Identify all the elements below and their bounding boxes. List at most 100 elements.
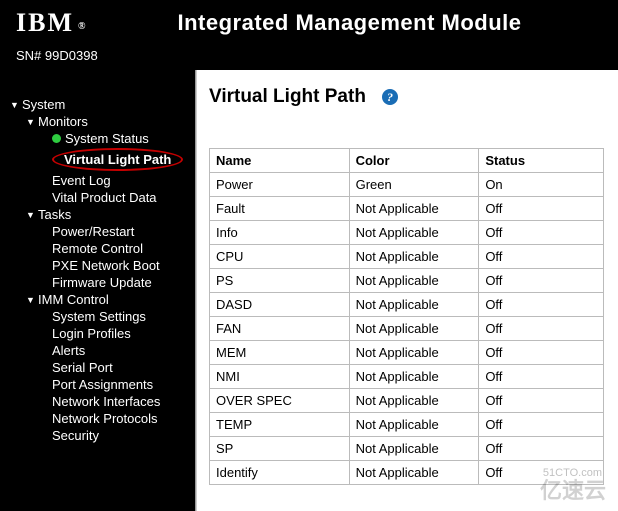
cell-name: Fault: [210, 197, 350, 221]
nav-item-label: Vital Product Data: [52, 190, 157, 205]
table-row: FaultNot ApplicableOff: [210, 197, 604, 221]
cell-color: Not Applicable: [349, 437, 479, 461]
nav-item-firmware-update[interactable]: Firmware Update: [8, 274, 195, 291]
nav-item-label: System: [22, 97, 65, 112]
nav-item-monitors[interactable]: ▼Monitors: [8, 113, 195, 130]
cell-color: Not Applicable: [349, 413, 479, 437]
nav-item-serial-port[interactable]: Serial Port: [8, 359, 195, 376]
nav-item-port-assignments[interactable]: Port Assignments: [8, 376, 195, 393]
cell-status: Off: [479, 365, 604, 389]
nav-tree: ▼System▼MonitorsSystem StatusVirtual Lig…: [0, 70, 195, 452]
nav-item-imm-control[interactable]: ▼IMM Control: [8, 291, 195, 308]
cell-color: Not Applicable: [349, 317, 479, 341]
header-bar: IBM ® Integrated Management Module: [0, 0, 618, 46]
nav-item-tasks[interactable]: ▼Tasks: [8, 206, 195, 223]
nav-item-label: System Status: [65, 131, 149, 146]
table-row: NMINot ApplicableOff: [210, 365, 604, 389]
cell-name: NMI: [210, 365, 350, 389]
cell-status: Off: [479, 245, 604, 269]
nav-item-label: Port Assignments: [52, 377, 153, 392]
nav-item-pxe-network-boot[interactable]: PXE Network Boot: [8, 257, 195, 274]
table-row: FANNot ApplicableOff: [210, 317, 604, 341]
cell-color: Not Applicable: [349, 245, 479, 269]
cell-status: Off: [479, 317, 604, 341]
cell-color: Not Applicable: [349, 461, 479, 485]
nav-item-remote-control[interactable]: Remote Control: [8, 240, 195, 257]
cell-name: Identify: [210, 461, 350, 485]
cell-name: Power: [210, 173, 350, 197]
nav-item-label: Power/Restart: [52, 224, 134, 239]
cell-name: TEMP: [210, 413, 350, 437]
nav-item-label: Login Profiles: [52, 326, 131, 341]
sidebar-nav[interactable]: ▼System▼MonitorsSystem StatusVirtual Lig…: [0, 70, 196, 511]
table-row: TEMPNot ApplicableOff: [210, 413, 604, 437]
cell-name: Info: [210, 221, 350, 245]
expand-arrow-icon[interactable]: ▼: [26, 210, 36, 220]
status-dot-icon: [52, 134, 61, 143]
nav-item-label: Network Protocols: [52, 411, 157, 426]
nav-item-system-settings[interactable]: System Settings: [8, 308, 195, 325]
cell-status: Off: [479, 197, 604, 221]
cell-status: Off: [479, 293, 604, 317]
table-row: PSNot ApplicableOff: [210, 269, 604, 293]
nav-item-label: Monitors: [38, 114, 88, 129]
cell-color: Not Applicable: [349, 293, 479, 317]
nav-item-system-status[interactable]: System Status: [8, 130, 195, 147]
nav-item-label: IMM Control: [38, 292, 109, 307]
nav-item-label: Security: [52, 428, 99, 443]
cell-color: Green: [349, 173, 479, 197]
nav-item-label: Network Interfaces: [52, 394, 160, 409]
serial-number: SN# 99D0398: [16, 48, 98, 63]
nav-item-security[interactable]: Security: [8, 427, 195, 444]
cell-color: Not Applicable: [349, 341, 479, 365]
cell-color: Not Applicable: [349, 221, 479, 245]
expand-arrow-icon[interactable]: ▼: [10, 100, 20, 110]
nav-item-network-protocols[interactable]: Network Protocols: [8, 410, 195, 427]
table-row: MEMNot ApplicableOff: [210, 341, 604, 365]
nav-item-network-interfaces[interactable]: Network Interfaces: [8, 393, 195, 410]
help-icon[interactable]: ?: [382, 89, 398, 105]
app-title: Integrated Management Module: [177, 10, 521, 36]
table-row: InfoNot ApplicableOff: [210, 221, 604, 245]
nav-item-vital-product-data[interactable]: Vital Product Data: [8, 189, 195, 206]
cell-name: MEM: [210, 341, 350, 365]
cell-color: Not Applicable: [349, 389, 479, 413]
table-row: DASDNot ApplicableOff: [210, 293, 604, 317]
cell-name: SP: [210, 437, 350, 461]
nav-item-alerts[interactable]: Alerts: [8, 342, 195, 359]
nav-item-label: Alerts: [52, 343, 85, 358]
nav-item-label: System Settings: [52, 309, 146, 324]
cell-name: OVER SPEC: [210, 389, 350, 413]
cell-status: Off: [479, 221, 604, 245]
cell-status: Off: [479, 269, 604, 293]
col-color: Color: [349, 149, 479, 173]
registered-icon: ®: [78, 21, 87, 32]
cell-color: Not Applicable: [349, 269, 479, 293]
col-name: Name: [210, 149, 350, 173]
nav-item-login-profiles[interactable]: Login Profiles: [8, 325, 195, 342]
cell-status: Off: [479, 341, 604, 365]
table-row: PowerGreenOn: [210, 173, 604, 197]
cell-status: Off: [479, 437, 604, 461]
nav-item-power/restart[interactable]: Power/Restart: [8, 223, 195, 240]
content-pane: Virtual Light Path ? Name Color Status P…: [196, 70, 618, 511]
table-row: OVER SPECNot ApplicableOff: [210, 389, 604, 413]
main-area: ▼System▼MonitorsSystem StatusVirtual Lig…: [0, 70, 618, 511]
expand-arrow-icon[interactable]: ▼: [26, 295, 36, 305]
cell-status: On: [479, 173, 604, 197]
expand-arrow-icon[interactable]: ▼: [26, 117, 36, 127]
nav-item-label: PXE Network Boot: [52, 258, 160, 273]
page-title-row: Virtual Light Path ?: [209, 86, 608, 108]
nav-item-system[interactable]: ▼System: [8, 96, 195, 113]
cell-status: Off: [479, 389, 604, 413]
nav-item-label: Remote Control: [52, 241, 143, 256]
virtual-light-path-table: Name Color Status PowerGreenOnFaultNot A…: [209, 148, 604, 485]
watermark-sub: 51CTO.com: [543, 467, 602, 479]
cell-name: DASD: [210, 293, 350, 317]
nav-item-event-log[interactable]: Event Log: [8, 172, 195, 189]
cell-status: Off: [479, 413, 604, 437]
nav-item-virtual-light-path[interactable]: Virtual Light Path: [8, 147, 195, 172]
nav-item-label: Event Log: [52, 173, 111, 188]
ibm-logo: IBM ®: [16, 8, 87, 38]
table-header-row: Name Color Status: [210, 149, 604, 173]
